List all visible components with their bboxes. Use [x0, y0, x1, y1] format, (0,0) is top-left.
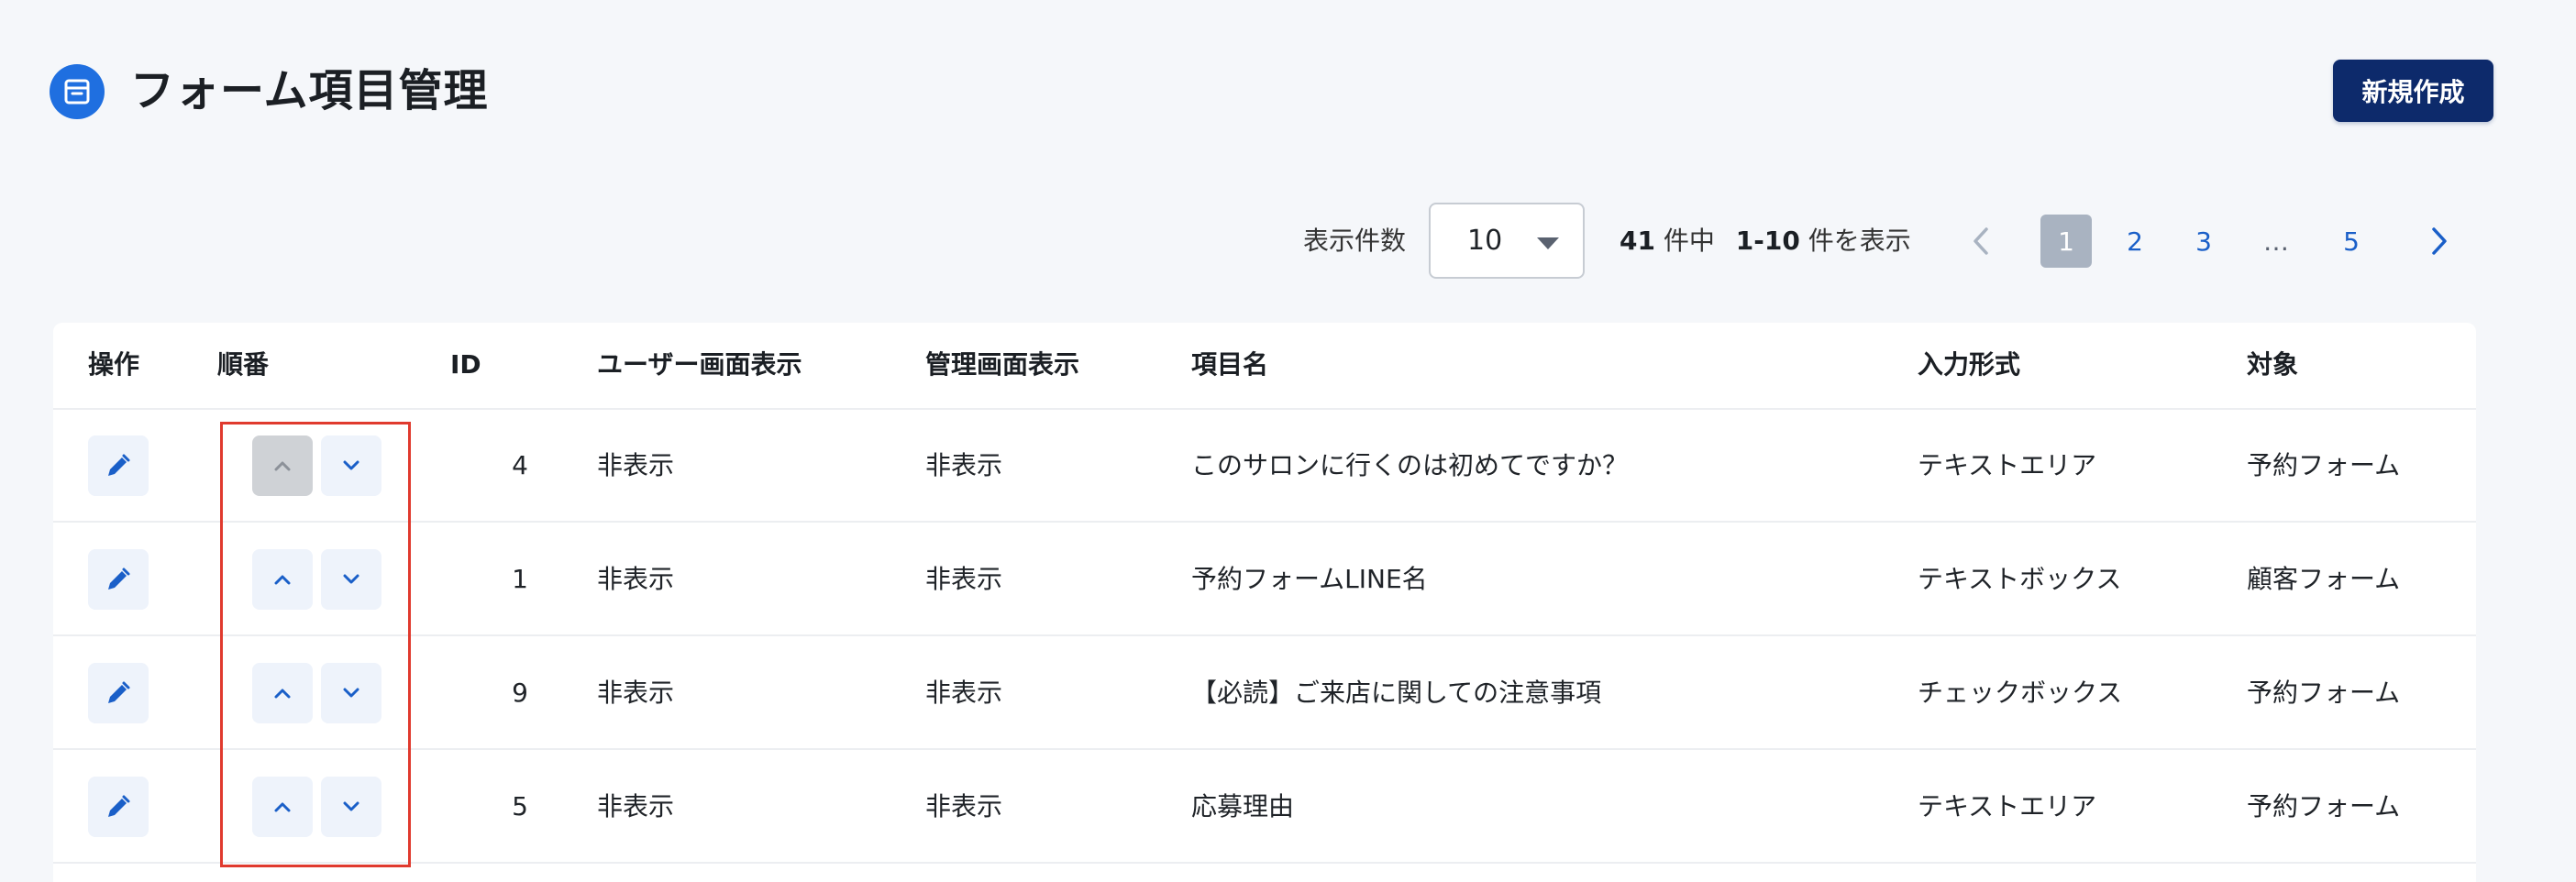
per-page-select[interactable]: 10	[1429, 203, 1585, 279]
column-header-actions: 操作	[88, 349, 140, 380]
edit-button[interactable]	[88, 777, 149, 837]
row-divider	[53, 748, 2476, 750]
total-count: 41	[1620, 226, 1655, 256]
cell-target: 顧客フォーム	[2247, 564, 2401, 594]
cell-target: 予約フォーム	[2247, 791, 2401, 821]
archive-box-icon	[50, 64, 105, 119]
cell-id: 1	[512, 564, 528, 594]
column-header-id: ID	[450, 349, 481, 380]
per-page-label: 表示件数	[1303, 226, 1407, 256]
range-value: 1-10	[1735, 226, 1800, 256]
chevron-up-icon	[274, 802, 291, 812]
cell-admin-display: 非表示	[925, 791, 1003, 821]
move-down-button[interactable]	[321, 549, 381, 610]
page-1[interactable]: 1	[2040, 215, 2092, 268]
move-down-button[interactable]	[321, 663, 381, 723]
move-down-button[interactable]	[321, 435, 381, 496]
page-3[interactable]: 3	[2178, 215, 2229, 268]
cell-input-type: テキストボックス	[1918, 564, 2122, 594]
cell-admin-display: 非表示	[925, 678, 1003, 708]
column-header-order: 順番	[217, 349, 270, 380]
column-header-item-name: 項目名	[1191, 349, 1269, 380]
pencil-icon	[108, 454, 130, 476]
cell-target: 予約フォーム	[2247, 678, 2401, 708]
cell-input-type: テキストエリア	[1918, 791, 2097, 821]
cell-user-display: 非表示	[597, 564, 675, 594]
page-ellipsis: …	[2263, 226, 2289, 257]
pencil-icon	[108, 681, 130, 703]
per-page-value: 10	[1467, 225, 1503, 257]
cell-target: 予約フォーム	[2247, 450, 2401, 480]
pagination-next-button[interactable]	[2421, 218, 2458, 264]
pencil-icon	[108, 795, 130, 817]
move-up-button[interactable]	[252, 777, 313, 837]
page-2[interactable]: 2	[2109, 215, 2161, 268]
header-divider	[53, 408, 2476, 410]
column-header-target: 対象	[2247, 349, 2299, 380]
move-down-button[interactable]	[321, 777, 381, 837]
caret-down-icon	[1537, 237, 1559, 249]
row-divider	[53, 634, 2476, 636]
chevron-down-icon	[343, 801, 359, 811]
move-up-button[interactable]	[252, 435, 313, 496]
edit-button[interactable]	[88, 435, 149, 496]
total-suffix: 件中	[1663, 226, 1715, 256]
cell-id: 5	[512, 791, 528, 821]
cell-user-display: 非表示	[597, 450, 675, 480]
chevron-right-icon	[2432, 227, 2447, 255]
chevron-left-icon	[1973, 227, 1988, 255]
move-up-button[interactable]	[252, 663, 313, 723]
chevron-up-icon	[274, 461, 291, 471]
column-header-admin-display: 管理画面表示	[925, 349, 1080, 380]
move-up-button[interactable]	[252, 549, 313, 610]
cell-item-name: 予約フォームLINE名	[1191, 564, 1428, 594]
pencil-icon	[108, 568, 130, 590]
edit-button[interactable]	[88, 663, 149, 723]
new-create-button[interactable]: 新規作成	[2333, 60, 2493, 122]
chevron-down-icon	[343, 460, 359, 470]
row-divider	[53, 521, 2476, 523]
column-header-user-display: ユーザー画面表示	[597, 349, 802, 380]
cell-item-name: このサロンに行くのは初めてですか？	[1191, 450, 1629, 480]
form-item-management-page: フォーム項目管理 新規作成 表示件数 10 41 件中 1-10 件を表示 1 …	[0, 0, 2576, 882]
cell-id: 4	[512, 450, 528, 480]
cell-admin-display: 非表示	[925, 450, 1003, 480]
chevron-down-icon	[343, 574, 359, 584]
cell-input-type: テキストエリア	[1918, 450, 2097, 480]
chevron-up-icon	[274, 689, 291, 699]
cell-item-name: 【必読】ご来店に関しての注意事項	[1191, 678, 1602, 708]
edit-button[interactable]	[88, 549, 149, 610]
page-title: フォーム項目管理	[130, 65, 489, 116]
cell-user-display: 非表示	[597, 678, 675, 708]
chevron-up-icon	[274, 575, 291, 585]
range-suffix: 件を表示	[1808, 226, 1911, 256]
cell-item-name: 応募理由	[1191, 791, 1295, 821]
cell-id: 9	[512, 678, 528, 708]
row-divider	[53, 862, 2476, 864]
cell-admin-display: 非表示	[925, 564, 1003, 594]
chevron-down-icon	[343, 688, 359, 698]
column-header-input-type: 入力形式	[1918, 349, 2021, 380]
cell-user-display: 非表示	[597, 791, 675, 821]
cell-input-type: チェックボックス	[1918, 678, 2123, 708]
page-5[interactable]: 5	[2326, 215, 2377, 268]
result-count: 41 件中 1-10 件を表示	[1620, 223, 1911, 259]
pagination-prev-button[interactable]	[1962, 218, 1999, 264]
